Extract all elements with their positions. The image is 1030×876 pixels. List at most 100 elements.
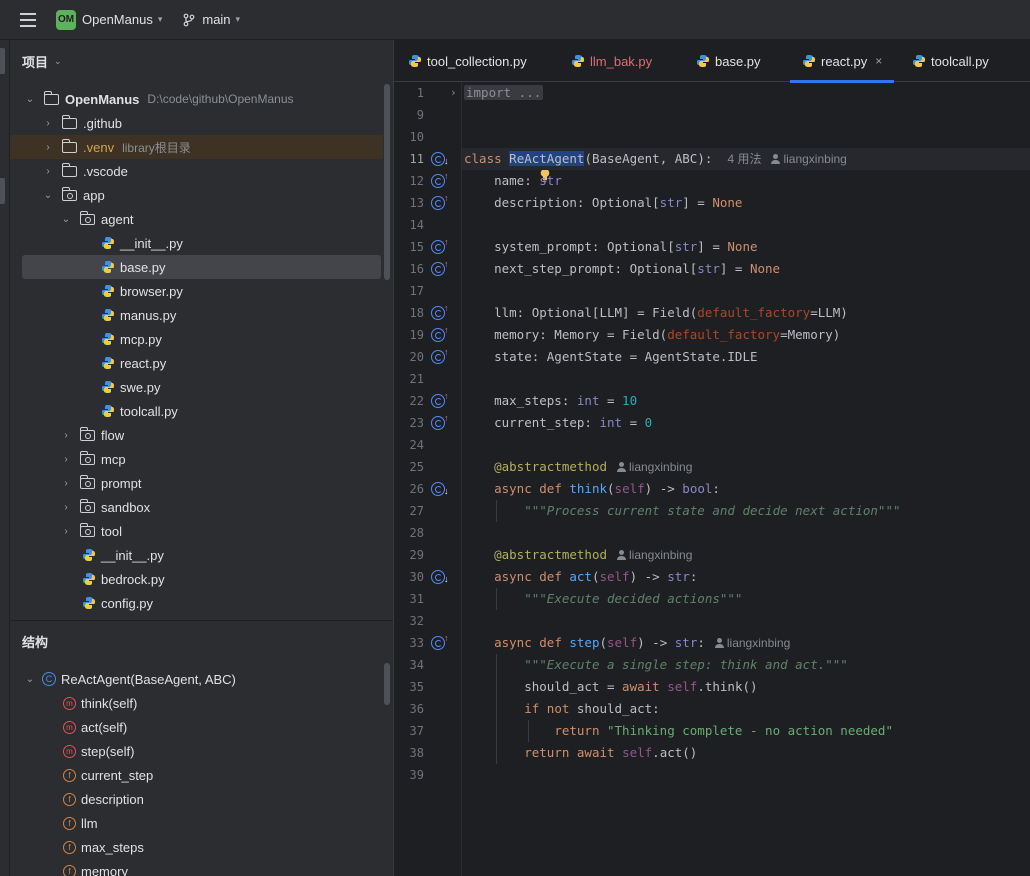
tree-item-sandbox[interactable]: › sandbox [10,495,383,519]
code-area[interactable]: › import ... class ReActAgent(BaseAgent,… [450,82,1030,876]
tree-item-github[interactable]: › .github [10,111,383,135]
field-icon: f [63,792,76,806]
python-file-icon [803,55,815,67]
chevron-down-icon[interactable]: ⌄ [24,674,36,685]
line-number: 34 [409,658,424,672]
tab-label: toolcall.py [931,53,989,69]
overrides-icon[interactable]: ↑ [431,634,449,650]
tree-item-vscode[interactable]: › .vscode [10,159,383,183]
tree-item-py[interactable]: browser.py [10,279,383,303]
tree-item-py[interactable]: manus.py [10,303,383,327]
project-name[interactable]: OpenManus [82,12,153,27]
tree-item-py[interactable]: config.py [10,591,383,615]
structure-member-row[interactable]: m think(self) [63,691,137,715]
tree-item-tool[interactable]: › tool [10,519,383,543]
structure-member-row[interactable]: f current_step [63,763,153,787]
tree-item-py[interactable]: __init__.py [10,543,383,567]
overrides-icon[interactable]: ↑ [431,392,449,408]
tab-llm-bak[interactable]: llm_bak.py [571,40,652,82]
code-line: async def act(self) -> str: [494,569,698,584]
tree-item-py[interactable]: toolcall.py [10,399,383,423]
chevron-right-icon[interactable]: › [42,142,54,153]
implemented-icon[interactable]: ↓ [431,570,449,584]
tree-root[interactable]: ⌄ OpenManus D:\code\github\OpenManus [10,87,383,111]
folded-imports[interactable]: import ... [464,85,544,100]
tree-item-label: agent [101,211,134,227]
author-hint[interactable]: liangxinbing [727,636,790,650]
chevron-down-icon[interactable]: ▾ [236,14,241,25]
chevron-right-icon[interactable]: › [42,166,54,177]
structure-scrollbar[interactable] [384,663,390,705]
line-number: 9 [416,108,424,122]
chevron-right-icon[interactable]: › [60,454,72,465]
structure-member-label: step(self) [81,743,135,759]
tree-item-prompt[interactable]: › prompt [10,471,383,495]
overrides-icon[interactable]: ↑ [431,260,449,276]
fold-expand-icon[interactable]: › [450,82,457,104]
chevron-right-icon[interactable]: › [60,502,72,513]
usages-hint[interactable]: 4 用法 [727,152,761,166]
tool-window-indicator[interactable] [0,178,5,204]
project-panel-header[interactable]: 项目 ⌄ [10,40,393,82]
structure-member-label: act(self) [81,719,128,735]
project-scrollbar[interactable] [384,84,390,280]
structure-member-row[interactable]: f llm [63,811,98,835]
author-hint[interactable]: liangxinbing [783,152,846,166]
tab-tool-collection[interactable]: tool_collection.py [408,40,527,82]
structure-member-row[interactable]: m act(self) [63,715,127,739]
class-icon: C [42,672,56,686]
chevron-down-icon[interactable]: ⌄ [54,56,62,67]
tool-window-indicator[interactable] [0,48,5,74]
tree-item-py[interactable]: mcp.py [10,327,383,351]
tree-item-flow[interactable]: › flow [10,423,383,447]
line-number: 29 [409,548,424,562]
tree-item-py[interactable]: swe.py [10,375,383,399]
chevron-right-icon[interactable]: › [60,526,72,537]
overrides-icon[interactable]: ↑ [431,304,449,320]
structure-member-label: think(self) [81,695,138,711]
tab-toolcall[interactable]: toolcall.py [912,40,989,82]
implemented-icon[interactable]: ↓ [431,482,449,496]
overrides-icon[interactable]: ↑ [431,194,449,210]
tree-item-py[interactable]: bedrock.py [10,567,383,591]
tab-react-active[interactable]: react.py × [790,40,895,83]
tree-item-agent[interactable]: ⌄ agent [10,207,383,231]
project-badge[interactable]: OM [56,9,76,30]
package-folder-icon [80,210,95,225]
structure-member-row[interactable]: f memory [63,859,128,876]
chevron-right-icon[interactable]: › [60,430,72,441]
overrides-icon[interactable]: ↑ [431,348,449,364]
implemented-icon[interactable]: ↓ [431,152,449,166]
tree-item-mcp[interactable]: › mcp [10,447,383,471]
structure-class-row[interactable]: ⌄ C ReActAgent(BaseAgent, ABC) [24,667,236,691]
branch-name[interactable]: main [202,12,230,27]
structure-member-row[interactable]: f max_steps [63,835,144,859]
code-line: if not should_act: [524,701,660,716]
docstring: """Execute a single step: think and act.… [524,657,848,672]
overrides-icon[interactable]: ↑ [431,238,449,254]
chevron-down-icon[interactable]: ⌄ [24,94,36,105]
chevron-right-icon[interactable]: › [60,478,72,489]
chevron-right-icon[interactable]: › [42,118,54,129]
overrides-icon[interactable]: ↑ [431,172,449,188]
overrides-icon[interactable]: ↑ [431,414,449,430]
python-file-icon [102,261,114,273]
chevron-down-icon[interactable]: ⌄ [60,214,72,225]
author-hint[interactable]: liangxinbing [629,460,692,474]
tree-item-py[interactable]: __init__.py [10,231,383,255]
tree-item-py-selected[interactable]: base.py [22,255,381,279]
overrides-icon[interactable]: ↑ [431,326,449,342]
chevron-down-icon[interactable]: ⌄ [42,190,54,201]
tree-item-py[interactable]: react.py [10,351,383,375]
package-folder-icon [80,522,95,537]
chevron-down-icon[interactable]: ▾ [158,14,163,25]
structure-member-row[interactable]: m step(self) [63,739,134,763]
tree-item-app[interactable]: ⌄ app [10,183,383,207]
author-hint[interactable]: liangxinbing [629,548,692,562]
tab-base[interactable]: base.py [696,40,761,82]
line-number: 33 [409,636,424,650]
main-menu-icon[interactable] [20,12,38,27]
close-icon[interactable]: × [875,54,882,68]
structure-member-row[interactable]: f description [63,787,144,811]
tree-item-venv[interactable]: › .venv library根目录 [10,135,383,159]
